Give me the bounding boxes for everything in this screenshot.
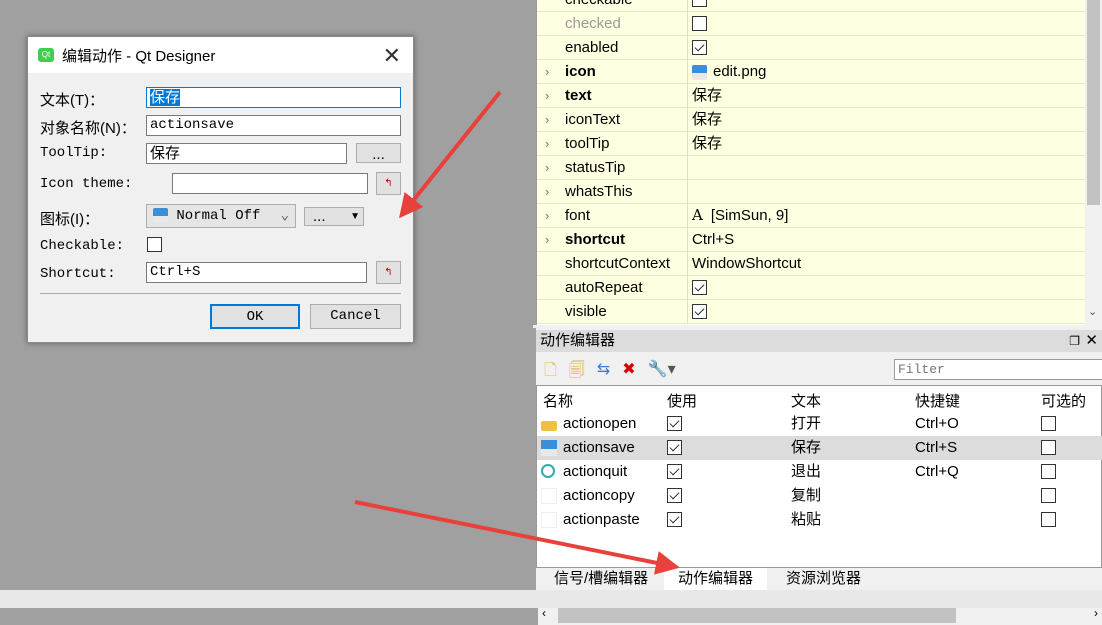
- scroll-left-icon[interactable]: ‹: [542, 606, 546, 620]
- horizontal-scrollbar[interactable]: ‹ ›: [538, 605, 1102, 625]
- scroll-right-icon[interactable]: ›: [1094, 606, 1098, 620]
- annotation-arrow: [399, 90, 502, 219]
- annotation-arrows: [354, 90, 680, 575]
- scrollbar-thumb[interactable]: [558, 607, 956, 623]
- annotation-arrow: [354, 500, 680, 575]
